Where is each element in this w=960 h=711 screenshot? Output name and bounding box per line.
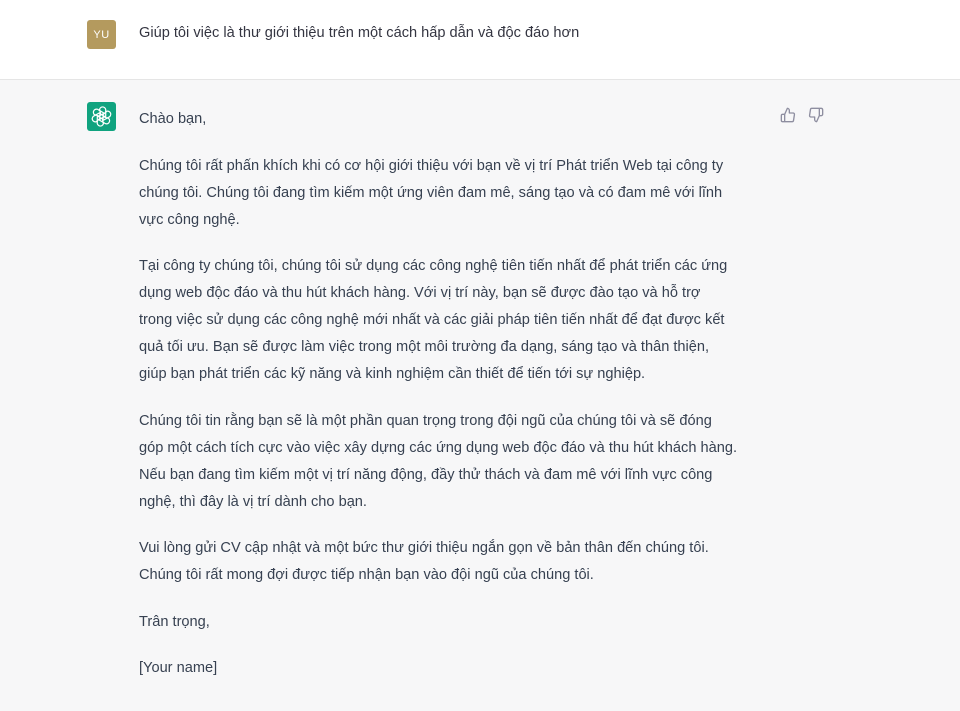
- signature: [Your name]: [139, 660, 218, 676]
- thumbs-up-button[interactable]: [779, 106, 796, 123]
- paragraph-company: Tại công ty chúng tôi, chúng tôi sử dụng…: [139, 258, 728, 382]
- openai-logo-icon: [91, 106, 112, 127]
- feedback-controls: [779, 106, 824, 123]
- thumbs-down-button[interactable]: [807, 106, 824, 123]
- paragraph-cta: Vui lòng gửi CV cập nhật và một bức thư …: [139, 540, 709, 583]
- assistant-message-row: Chào bạn, Chúng tôi rất phấn khích khi c…: [0, 80, 960, 711]
- user-avatar: YU: [87, 20, 116, 49]
- paragraph-intro: Chúng tôi rất phấn khích khi có cơ hội g…: [139, 157, 724, 228]
- user-avatar-initials: YU: [93, 28, 110, 41]
- user-message-text: Giúp tôi việc là thư giới thiệu trên một…: [139, 25, 580, 41]
- assistant-message-text: Chào bạn, Chúng tôi rất phấn khích khi c…: [139, 106, 775, 702]
- thumbs-up-icon: [780, 107, 795, 122]
- closing: Trân trọng,: [139, 613, 210, 630]
- assistant-avatar: [87, 102, 116, 131]
- paragraph-team: Chúng tôi tin rằng bạn sẽ là một phần qu…: [139, 412, 738, 510]
- user-message-row: YU Giúp tôi việc là thư giới thiệu trên …: [0, 0, 960, 80]
- thumbs-down-icon: [808, 107, 823, 122]
- greeting: Chào bạn,: [139, 111, 207, 127]
